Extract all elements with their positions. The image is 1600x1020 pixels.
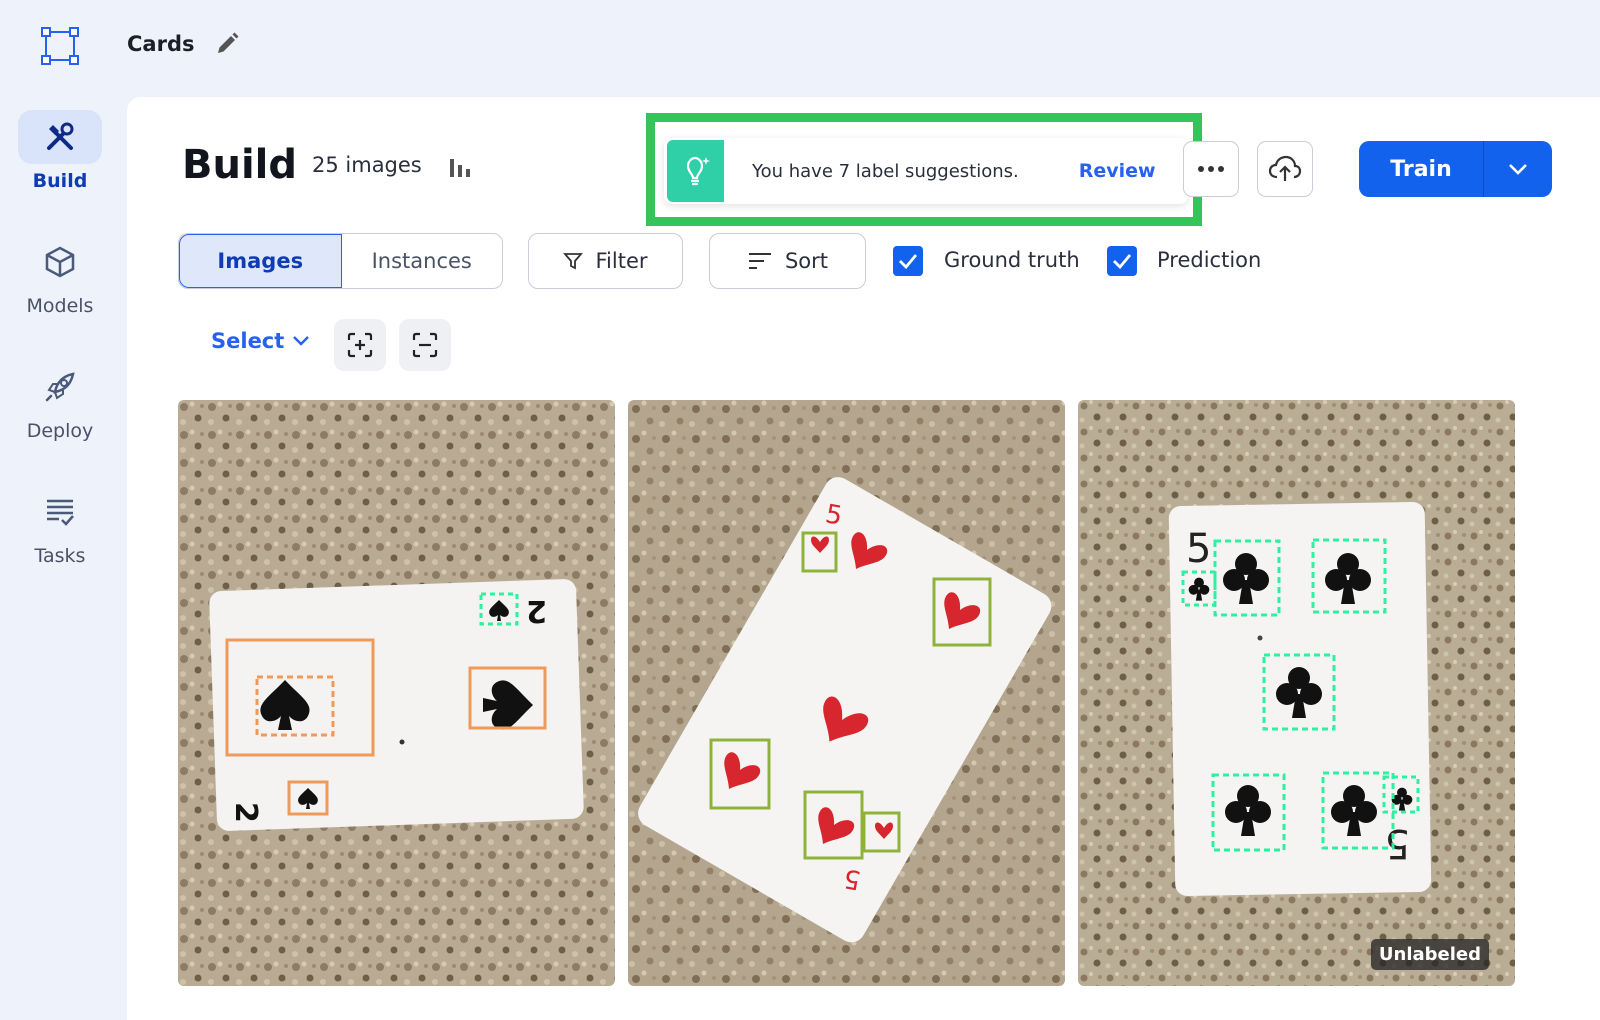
sort-button[interactable]: Sort: [709, 233, 866, 289]
image-card[interactable]: 2 2: [178, 400, 615, 986]
suggestion-text: You have 7 label suggestions.: [752, 160, 1019, 182]
train-button-group: Train: [1359, 141, 1552, 197]
ground-truth-label: Ground truth: [944, 248, 1080, 272]
build-icon-wrap: [18, 110, 102, 164]
bar-chart-icon[interactable]: [447, 153, 473, 179]
checkmark-icon: [1113, 254, 1132, 269]
hammer-wrench-icon: [47, 122, 74, 150]
sidebar-item-tasks[interactable]: Tasks: [0, 470, 120, 570]
app-logo-icon[interactable]: [40, 26, 80, 66]
select-label: Select: [211, 329, 285, 353]
sidebar-item-label: Deploy: [26, 420, 94, 442]
suggestion-highlight-frame: You have 7 label suggestions. Review: [646, 113, 1202, 226]
rocket-icon: [45, 372, 75, 402]
review-link[interactable]: Review: [1079, 160, 1156, 182]
train-button[interactable]: Train: [1359, 157, 1483, 182]
select-dropdown[interactable]: Select: [211, 329, 310, 353]
lightbulb-sparkle-icon: [686, 156, 710, 186]
image-card[interactable]: 5 5 Unlabeled: [1078, 400, 1515, 986]
sidebar-item-label: Tasks: [34, 545, 86, 567]
sidebar-item-label: Build: [32, 170, 88, 192]
card-image-5-of-clubs: 5 5: [1078, 400, 1515, 986]
svg-text:2: 2: [526, 593, 547, 628]
view-toggle: Images Instances: [178, 233, 503, 289]
card-image-2-of-spades: 2 2: [178, 400, 615, 986]
more-options-button[interactable]: [1183, 141, 1239, 197]
sort-icon: [748, 253, 771, 269]
focus-plus-icon: [347, 332, 373, 358]
svg-text:5: 5: [1186, 526, 1211, 572]
ground-truth-checkbox[interactable]: [893, 246, 923, 276]
sidebar-item-label: Models: [26, 295, 94, 317]
build-panel: Build 25 images You have 7 label suggest…: [127, 97, 1600, 1020]
tasks-icon-wrap: [18, 485, 102, 539]
checklist-icon: [47, 499, 74, 526]
deselect-all-button[interactable]: [399, 319, 451, 371]
checkmark-icon: [899, 254, 918, 269]
prediction-checkbox[interactable]: [1107, 246, 1137, 276]
ellipsis-icon: [1198, 166, 1224, 172]
filter-button[interactable]: Filter: [528, 233, 683, 289]
sidebar-item-build[interactable]: Build: [0, 95, 120, 195]
project-name: Cards: [127, 32, 195, 56]
label-suggestion-banner: You have 7 label suggestions. Review: [664, 138, 1188, 204]
svg-text:2: 2: [228, 802, 263, 823]
image-card[interactable]: 5 5: [628, 400, 1065, 986]
sidebar-item-models[interactable]: Models: [0, 220, 120, 320]
cloud-upload-icon: [1268, 155, 1302, 181]
image-count: 25 images: [312, 153, 422, 177]
train-options-button[interactable]: [1484, 141, 1552, 197]
focus-minus-icon: [412, 332, 438, 358]
sidebar-item-deploy[interactable]: Deploy: [0, 345, 120, 445]
deploy-icon-wrap: [18, 360, 102, 414]
filter-label: Filter: [595, 249, 648, 273]
filter-icon: [563, 253, 584, 270]
svg-text:5: 5: [1385, 820, 1410, 866]
sort-label: Sort: [784, 249, 829, 273]
page-title: Build: [182, 142, 298, 188]
prediction-label: Prediction: [1157, 248, 1262, 272]
suggestion-icon-bg: [667, 140, 724, 202]
pencil-icon[interactable]: [214, 31, 240, 57]
sidebar-nav: Build Models Deploy Tasks: [0, 95, 125, 1020]
tab-instances[interactable]: Instances: [342, 234, 503, 288]
chevron-down-icon: [293, 336, 310, 346]
chevron-down-icon: [1509, 164, 1527, 175]
status-badge: Unlabeled: [1370, 939, 1489, 970]
cube-icon: [45, 246, 75, 278]
models-icon-wrap: [18, 235, 102, 289]
select-all-button[interactable]: [334, 319, 386, 371]
top-bar: Cards: [0, 0, 1600, 95]
card-image-5-of-hearts: 5 5: [628, 400, 1065, 986]
tab-images[interactable]: Images: [179, 234, 342, 288]
upload-button[interactable]: [1257, 141, 1313, 197]
